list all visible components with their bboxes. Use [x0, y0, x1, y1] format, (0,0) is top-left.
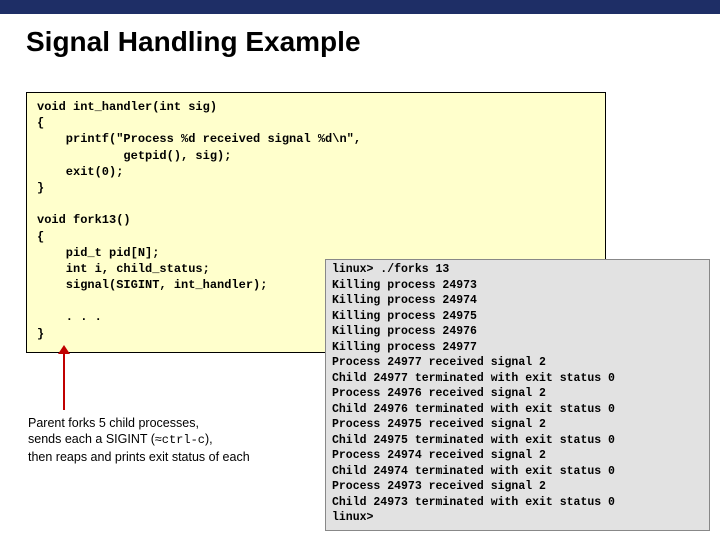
note-mono: ctrl-c [162, 433, 205, 447]
terminal-output: linux> ./forks 13 Killing process 24973 … [325, 259, 710, 531]
annotation-arrow [63, 350, 65, 410]
note-line: sends each a SIGINT (≈ [28, 432, 162, 446]
annotation-text: Parent forks 5 child processes, sends ea… [28, 415, 318, 465]
note-line: ), [205, 432, 213, 446]
note-line: then reaps and prints exit status of eac… [28, 450, 250, 464]
header-bar [0, 0, 720, 14]
annotation-arrowhead [58, 345, 70, 354]
slide-title: Signal Handling Example [0, 14, 720, 68]
note-line: Parent forks 5 child processes, [28, 416, 199, 430]
